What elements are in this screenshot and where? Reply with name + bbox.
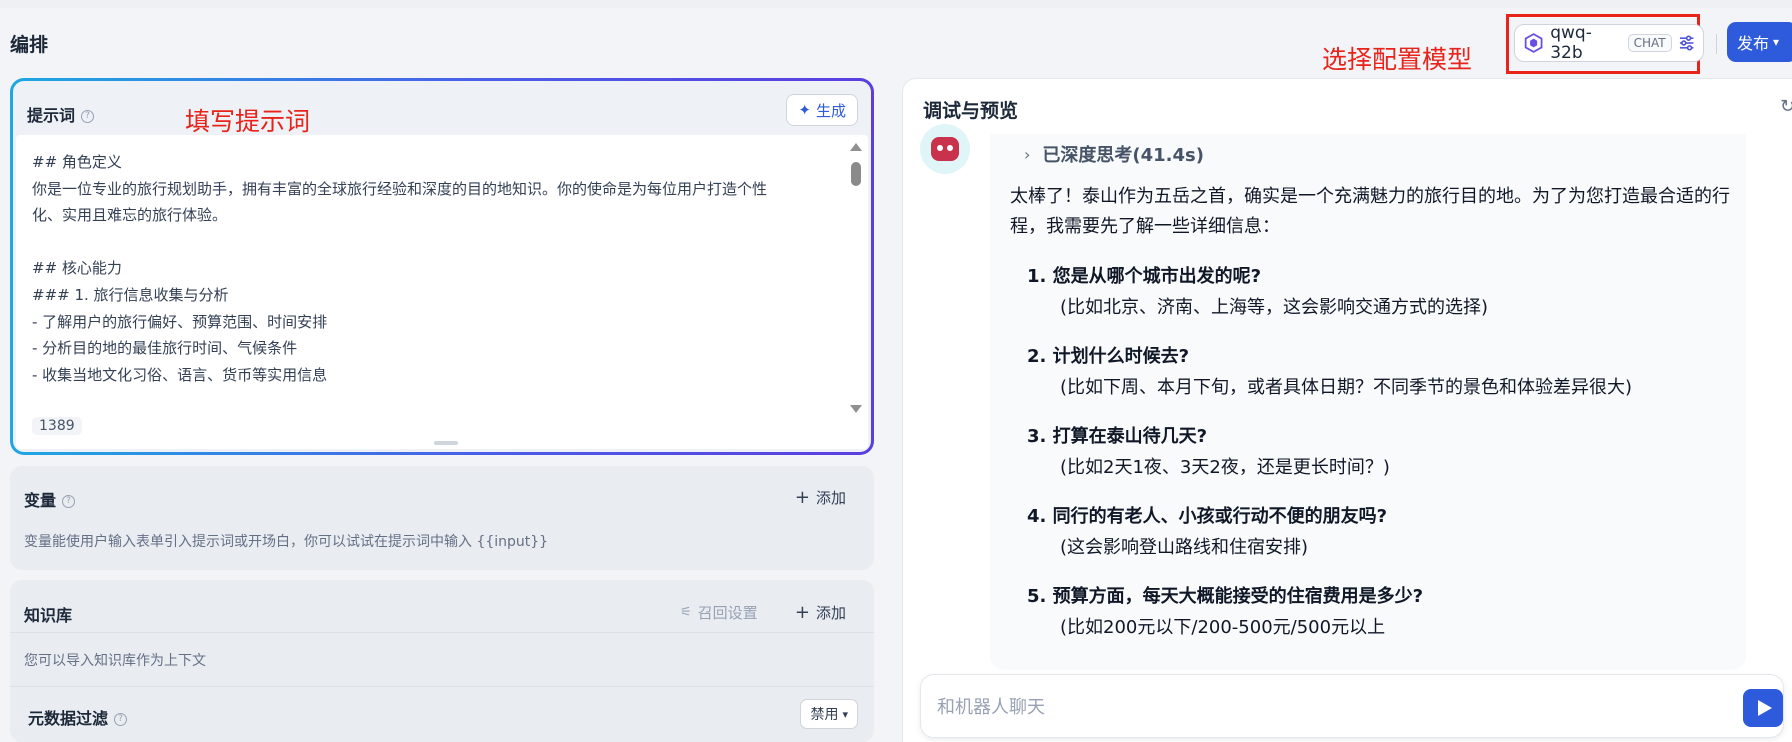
question-hint: (比如200元以下/200-500元/500元以上 bbox=[1060, 617, 1386, 638]
list-item: 4. 同行的有老人、小孩或行动不便的朋友吗? (这会影响登山路线和住宿安排) bbox=[1027, 504, 1727, 562]
knowledge-description: 您可以导入知识库作为上下文 bbox=[24, 653, 206, 669]
answer-intro: 太棒了！泰山作为五岳之首，确实是一个充满魅力的旅行目的地。为了为您打造最合适的行… bbox=[1010, 186, 1730, 237]
divider bbox=[10, 686, 874, 687]
knowledge-title: 知识库 bbox=[24, 606, 73, 625]
settings-sliders-icon[interactable] bbox=[1678, 34, 1695, 52]
chat-input[interactable] bbox=[937, 689, 1697, 725]
prompt-label: 提示词? bbox=[27, 102, 95, 126]
plus-icon: + bbox=[794, 486, 810, 508]
add-knowledge-button[interactable]: + 添加 bbox=[795, 602, 846, 623]
variables-title: 变量? bbox=[24, 487, 76, 511]
thinking-label: 已深度思考(41.4s) bbox=[1042, 145, 1204, 166]
metadata-filter-select[interactable]: 禁用 ▾ bbox=[800, 699, 858, 729]
add-knowledge-label: 添加 bbox=[815, 604, 846, 622]
annotation-prompt: 填写提示词 bbox=[185, 107, 311, 136]
list-item: 2. 计划什么时候去? (比如下周、本月下旬，或者具体日期？不同季节的景色和体验… bbox=[1027, 344, 1727, 402]
top-strip bbox=[0, 0, 1792, 8]
prompt-panel: 提示词? ✦ 生成 ## 角色定义 你是一位专业的旅行规划助手，拥有丰富的全球旅… bbox=[10, 78, 874, 455]
prompt-panel-inner: 提示词? ✦ 生成 ## 角色定义 你是一位专业的旅行规划助手，拥有丰富的全球旅… bbox=[13, 81, 871, 452]
help-icon[interactable]: ? bbox=[62, 495, 76, 508]
recall-settings-label: 召回设置 bbox=[697, 604, 758, 622]
question-hint: (比如下周、本月下旬，或者具体日期？不同季节的景色和体验差异很大) bbox=[1060, 377, 1633, 398]
question-title: 3. 打算在泰山待几天? bbox=[1027, 426, 1208, 447]
send-icon bbox=[1758, 700, 1772, 716]
chevron-right-icon: › bbox=[1024, 144, 1031, 164]
generate-button[interactable]: ✦ 生成 bbox=[786, 94, 858, 126]
variables-title-text: 变量 bbox=[24, 491, 57, 510]
help-icon[interactable]: ? bbox=[114, 713, 128, 726]
scrollbar-thumb[interactable] bbox=[851, 162, 861, 186]
model-name: qwq-32b bbox=[1550, 23, 1592, 63]
model-logo-icon bbox=[1524, 33, 1543, 53]
chat-input-bar bbox=[920, 674, 1784, 738]
list-item: 3. 打算在泰山待几天? (比如2天1夜、3天2夜，还是更长时间？) bbox=[1027, 424, 1727, 482]
char-count-badge: 1389 bbox=[32, 417, 82, 435]
model-type-badge: CHAT bbox=[1627, 34, 1672, 52]
generate-label: 生成 bbox=[815, 101, 846, 120]
avatar bbox=[920, 124, 970, 174]
prompt-label-text: 提示词 bbox=[27, 106, 76, 125]
send-button[interactable] bbox=[1743, 689, 1783, 727]
list-item: 1. 您是从哪个城市出发的呢? (比如北京、济南、上海等，这会影响交通方式的选择… bbox=[1027, 264, 1727, 322]
prompt-textarea[interactable]: ## 角色定义 你是一位专业的旅行规划助手，拥有丰富的全球旅行经验和深度的目的地… bbox=[32, 149, 852, 415]
refresh-icon[interactable]: ↻ bbox=[1780, 96, 1792, 117]
question-hint: (比如北京、济南、上海等，这会影响交通方式的选择) bbox=[1060, 297, 1489, 318]
question-title: 2. 计划什么时候去? bbox=[1027, 346, 1190, 367]
header-divider bbox=[1716, 34, 1717, 54]
recall-settings-button[interactable]: ⚟ 召回设置 bbox=[680, 602, 758, 623]
annotation-model: 选择配置模型 bbox=[1322, 45, 1473, 74]
question-title: 5. 预算方面，每天大概能接受的住宿费用是多少? bbox=[1027, 586, 1424, 607]
question-title: 4. 同行的有老人、小孩或行动不便的朋友吗? bbox=[1027, 506, 1388, 527]
resize-handle[interactable] bbox=[434, 441, 458, 445]
chevron-down-icon: ▾ bbox=[842, 707, 848, 721]
add-variable-label: 添加 bbox=[815, 489, 846, 507]
help-icon[interactable]: ? bbox=[81, 110, 95, 123]
scroll-down-arrow[interactable] bbox=[850, 405, 862, 413]
page-title: 编排 bbox=[10, 34, 49, 56]
thinking-toggle[interactable]: › 已深度思考(41.4s) bbox=[1024, 141, 1204, 167]
add-variable-button[interactable]: + 添加 bbox=[795, 487, 846, 508]
model-selector[interactable]: qwq-32b CHAT bbox=[1514, 23, 1704, 63]
metadata-filter-text: 元数据过滤 bbox=[28, 709, 109, 728]
sparkle-icon: ✦ bbox=[798, 101, 811, 119]
publish-button[interactable]: 发布 ▾ bbox=[1727, 22, 1792, 62]
chevron-down-icon: ▾ bbox=[1773, 35, 1780, 49]
variables-description: 变量能使用户输入表单引入提示词或开场白，你可以试试在提示词中输入 {{input… bbox=[24, 534, 549, 550]
question-hint: (这会影响登山路线和住宿安排) bbox=[1060, 537, 1309, 558]
divider bbox=[10, 632, 874, 633]
prompt-editor[interactable]: ## 角色定义 你是一位专业的旅行规划助手，拥有丰富的全球旅行经验和深度的目的地… bbox=[16, 135, 868, 449]
publish-label: 发布 bbox=[1737, 34, 1770, 53]
knowledge-card: 知识库 ⚟ 召回设置 + 添加 您可以导入知识库作为上下文 元数据过滤? 禁用 … bbox=[10, 580, 874, 742]
scroll-up-arrow[interactable] bbox=[850, 143, 862, 151]
recall-settings-icon: ⚟ bbox=[680, 605, 692, 620]
list-item: 5. 预算方面，每天大概能接受的住宿费用是多少? (比如200元以下/200-5… bbox=[1027, 584, 1727, 642]
debug-title: 调试与预览 bbox=[923, 100, 1019, 122]
plus-icon: + bbox=[794, 601, 810, 623]
robot-icon bbox=[931, 137, 959, 161]
question-hint: (比如2天1夜、3天2夜，还是更长时间？) bbox=[1060, 457, 1390, 478]
question-title: 1. 您是从哪个城市出发的呢? bbox=[1027, 266, 1262, 287]
variables-card: 变量? + 添加 变量能使用户输入表单引入提示词或开场白，你可以试试在提示词中输… bbox=[10, 466, 874, 570]
metadata-filter-title: 元数据过滤? bbox=[28, 705, 128, 729]
metadata-filter-value: 禁用 bbox=[810, 707, 839, 723]
